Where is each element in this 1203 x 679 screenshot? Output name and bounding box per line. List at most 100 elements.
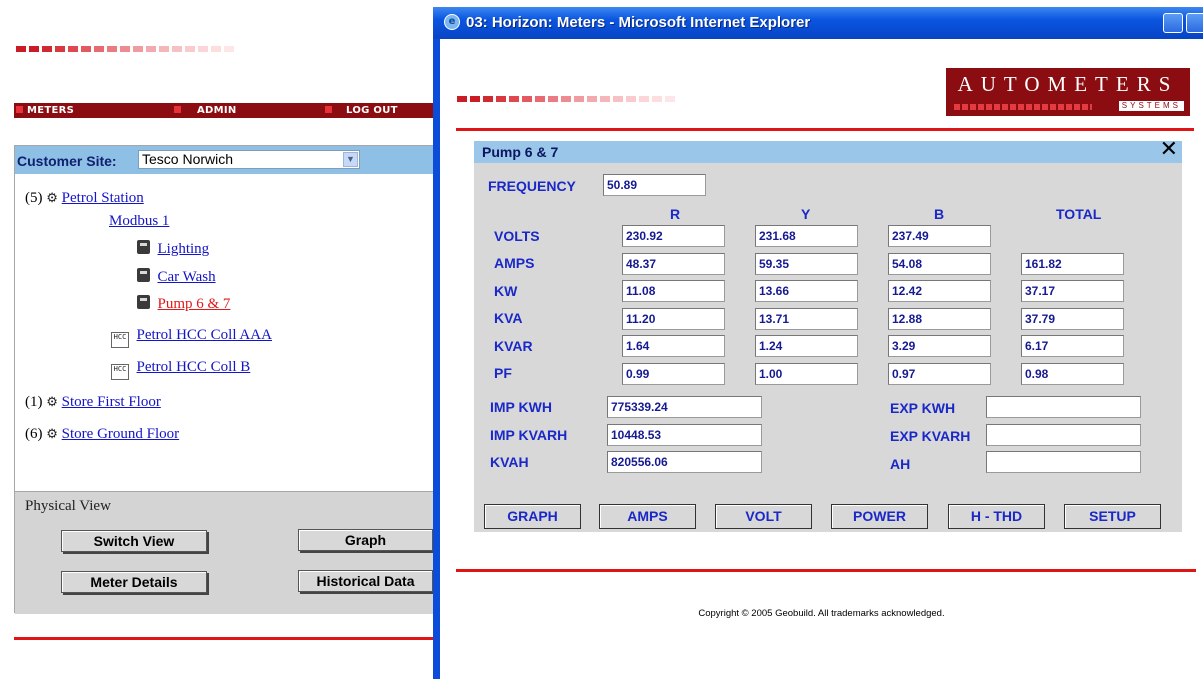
meter-icon: [137, 295, 150, 309]
h-thd-button[interactable]: H - THD: [948, 504, 1045, 529]
kva-y-field: 13.71: [755, 308, 858, 330]
petrol-station-link[interactable]: Petrol Station: [62, 190, 144, 206]
tree-item-petrol-station: (5) ⚙ Petrol Station: [25, 190, 144, 206]
amps-total-field: 161.82: [1021, 253, 1124, 275]
ah-label: AH: [890, 456, 911, 472]
imp-kvarh-field: 10448.53: [607, 424, 762, 446]
exp-kwh-field: [986, 396, 1141, 418]
carwash-link[interactable]: Car Wash: [158, 269, 216, 285]
pump-link[interactable]: Pump 6 & 7: [158, 296, 231, 312]
col-y-header: Y: [801, 206, 811, 222]
graph-tab-button[interactable]: GRAPH: [484, 504, 581, 529]
nav-meters[interactable]: METERS: [16, 103, 74, 118]
pf-r-field: 0.99: [622, 363, 725, 385]
col-total-header: TOTAL: [1056, 206, 1102, 222]
tree-item-hcc-b: HCC Petrol HCC Coll B: [111, 359, 250, 380]
imp-kwh-label: IMP KWH: [490, 399, 552, 415]
close-icon[interactable]: ✕: [1160, 138, 1178, 162]
setup-button[interactable]: SETUP: [1064, 504, 1161, 529]
col-b-header: B: [934, 206, 945, 222]
kvah-label: KVAH: [490, 454, 529, 470]
nav-admin[interactable]: ADMIN: [174, 103, 237, 118]
exp-kwh-label: EXP KWH: [890, 400, 956, 416]
nav-logout[interactable]: LOG OUT: [325, 103, 398, 118]
modbus-link[interactable]: Modbus 1: [109, 213, 169, 229]
tree-item-hcc-aaa: HCC Petrol HCC Coll AAA: [111, 327, 272, 348]
power-button[interactable]: POWER: [831, 504, 928, 529]
kvar-b-field: 3.29: [888, 335, 991, 357]
amps-r-field: 48.37: [622, 253, 725, 275]
meter-icon: [137, 268, 150, 282]
physical-view-label: Physical View: [25, 498, 111, 514]
pf-b-field: 0.97: [888, 363, 991, 385]
frequency-label: FREQUENCY: [488, 178, 576, 194]
customer-site-select[interactable]: Tesco Norwich ▼: [138, 150, 360, 169]
tree-item-lighting: Lighting: [137, 240, 209, 258]
site-icon: ⚙: [46, 190, 58, 205]
row-label-volts: VOLTS: [494, 228, 540, 244]
row-label-kvar: KVAR: [494, 338, 533, 354]
meter-details-button[interactable]: Meter Details: [61, 571, 207, 593]
tree-item-first-floor: (1) ⚙ Store First Floor: [25, 394, 161, 410]
ah-field: [986, 451, 1141, 473]
imp-kvarh-label: IMP KVARH: [490, 427, 568, 443]
row-label-amps: AMPS: [494, 255, 535, 271]
row-label-kw: KW: [494, 283, 518, 299]
amps-button[interactable]: AMPS: [599, 504, 696, 529]
hcc-icon: HCC: [111, 332, 129, 348]
row-label-kva: KVA: [494, 310, 523, 326]
meter-icon: [137, 240, 150, 254]
historical-data-button[interactable]: Historical Data: [298, 570, 433, 592]
hcc-icon: HCC: [111, 364, 129, 380]
maximize-icon[interactable]: [1186, 13, 1203, 33]
kw-total-field: 37.17: [1021, 280, 1124, 302]
lighting-link[interactable]: Lighting: [158, 241, 210, 257]
kvar-total-field: 6.17: [1021, 335, 1124, 357]
kva-b-field: 12.88: [888, 308, 991, 330]
frequency-field: 50.89: [603, 174, 706, 196]
ie-window: e 03: Horizon: Meters - Microsoft Intern…: [433, 7, 1203, 679]
customer-site-bar: Customer Site: Tesco Norwich ▼: [15, 146, 439, 174]
header-divider: [456, 128, 1194, 131]
switch-view-button[interactable]: Switch View: [61, 530, 207, 552]
meter-panel-title: Pump 6 & 7: [482, 144, 559, 160]
meter-panel-header: Pump 6 & 7 ✕: [474, 138, 1182, 163]
kvah-field: 820556.06: [607, 451, 762, 473]
volts-b-field: 237.49: [888, 225, 991, 247]
hcc-b-link[interactable]: Petrol HCC Coll B: [137, 359, 251, 375]
pf-y-field: 1.00: [755, 363, 858, 385]
meter-panel: Pump 6 & 7 ✕ FREQUENCY 50.89 R Y B TOTAL…: [474, 138, 1182, 532]
kvar-r-field: 1.64: [622, 335, 725, 357]
volts-y-field: 231.68: [755, 225, 858, 247]
kw-b-field: 12.42: [888, 280, 991, 302]
minimize-icon[interactable]: [1163, 13, 1183, 33]
window-title: 03: Horizon: Meters - Microsoft Internet…: [466, 14, 811, 31]
tree-item-pump: Pump 6 & 7: [137, 295, 230, 313]
first-floor-link[interactable]: Store First Floor: [62, 394, 161, 410]
volts-r-field: 230.92: [622, 225, 725, 247]
volt-button[interactable]: VOLT: [715, 504, 812, 529]
graph-button[interactable]: Graph: [298, 529, 433, 551]
amps-y-field: 59.35: [755, 253, 858, 275]
kva-total-field: 37.79: [1021, 308, 1124, 330]
tree-item-carwash: Car Wash: [137, 268, 216, 286]
title-bar[interactable]: e 03: Horizon: Meters - Microsoft Intern…: [433, 7, 1203, 39]
row-label-pf: PF: [494, 365, 512, 381]
browser-content: AUTOMETERS SYSTEMS Pump 6 & 7 ✕ FREQUENC…: [440, 39, 1203, 679]
footer-divider: [456, 569, 1196, 572]
ground-floor-link[interactable]: Store Ground Floor: [62, 426, 180, 442]
amps-b-field: 54.08: [888, 253, 991, 275]
kva-r-field: 11.20: [622, 308, 725, 330]
kvar-y-field: 1.24: [755, 335, 858, 357]
site-tree-panel: Customer Site: Tesco Norwich ▼ (5) ⚙ Pet…: [14, 145, 440, 614]
tree-item-ground-floor: (6) ⚙ Store Ground Floor: [25, 426, 180, 442]
exp-kvarh-label: EXP KVARH: [890, 428, 971, 444]
customer-site-label: Customer Site:: [17, 153, 117, 169]
kw-y-field: 13.66: [755, 280, 858, 302]
decorative-squares: [457, 96, 675, 102]
hcc-aaa-link[interactable]: Petrol HCC Coll AAA: [137, 327, 272, 343]
chevron-down-icon[interactable]: ▼: [343, 152, 358, 167]
autometers-logo: AUTOMETERS SYSTEMS: [946, 68, 1190, 116]
col-r-header: R: [670, 206, 681, 222]
site-icon: ⚙: [46, 394, 58, 409]
